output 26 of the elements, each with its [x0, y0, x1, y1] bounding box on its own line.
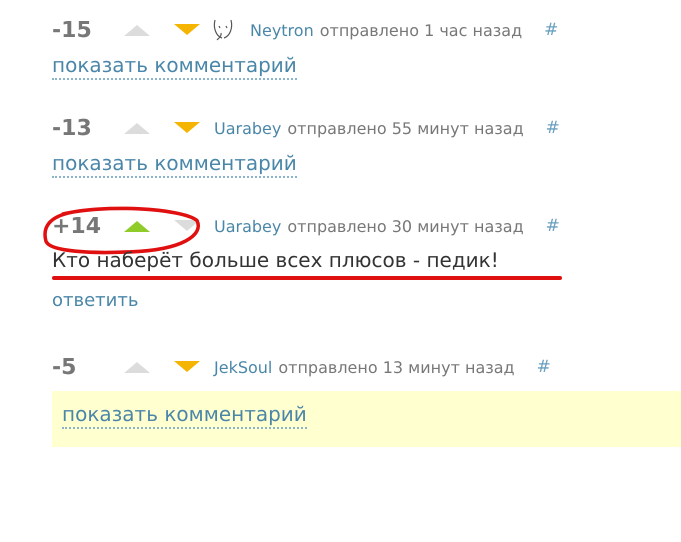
rating-score: +14	[52, 214, 102, 238]
upvote-icon[interactable]	[122, 23, 152, 37]
comment-text: Кто наберёт больше всех плюсов - педик!	[52, 248, 499, 272]
post-time: отправлено 55 минут назад	[287, 118, 524, 138]
permalink[interactable]: #	[536, 357, 551, 377]
upvote-icon[interactable]	[122, 360, 152, 374]
post-time: отправлено 1 час назад	[320, 20, 522, 40]
rating-score: -5	[52, 354, 78, 380]
author-link[interactable]: Neytron	[250, 20, 314, 40]
downvote-icon[interactable]	[172, 219, 202, 233]
rating-score: -15	[52, 18, 93, 42]
author-link[interactable]: Uarabey	[214, 118, 282, 138]
show-comment-link[interactable]: показать комментарий	[52, 52, 297, 80]
post-time: отправлено 30 минут назад	[287, 216, 524, 236]
permalink[interactable]: #	[544, 20, 558, 40]
permalink[interactable]: #	[546, 216, 560, 236]
upvote-icon[interactable]	[122, 219, 152, 233]
reply-link[interactable]: ответить	[52, 290, 681, 311]
author-link[interactable]: Uarabey	[214, 216, 282, 236]
permalink[interactable]: #	[546, 118, 560, 138]
upvote-icon[interactable]	[122, 121, 152, 135]
rating-score: -13	[52, 116, 93, 140]
show-comment-link[interactable]: показать комментарий	[62, 401, 307, 429]
author-link[interactable]: JekSoul	[214, 358, 272, 376]
post-time: отправлено 13 минут назад	[278, 358, 515, 376]
show-comment-link[interactable]: показать комментарий	[52, 150, 297, 178]
